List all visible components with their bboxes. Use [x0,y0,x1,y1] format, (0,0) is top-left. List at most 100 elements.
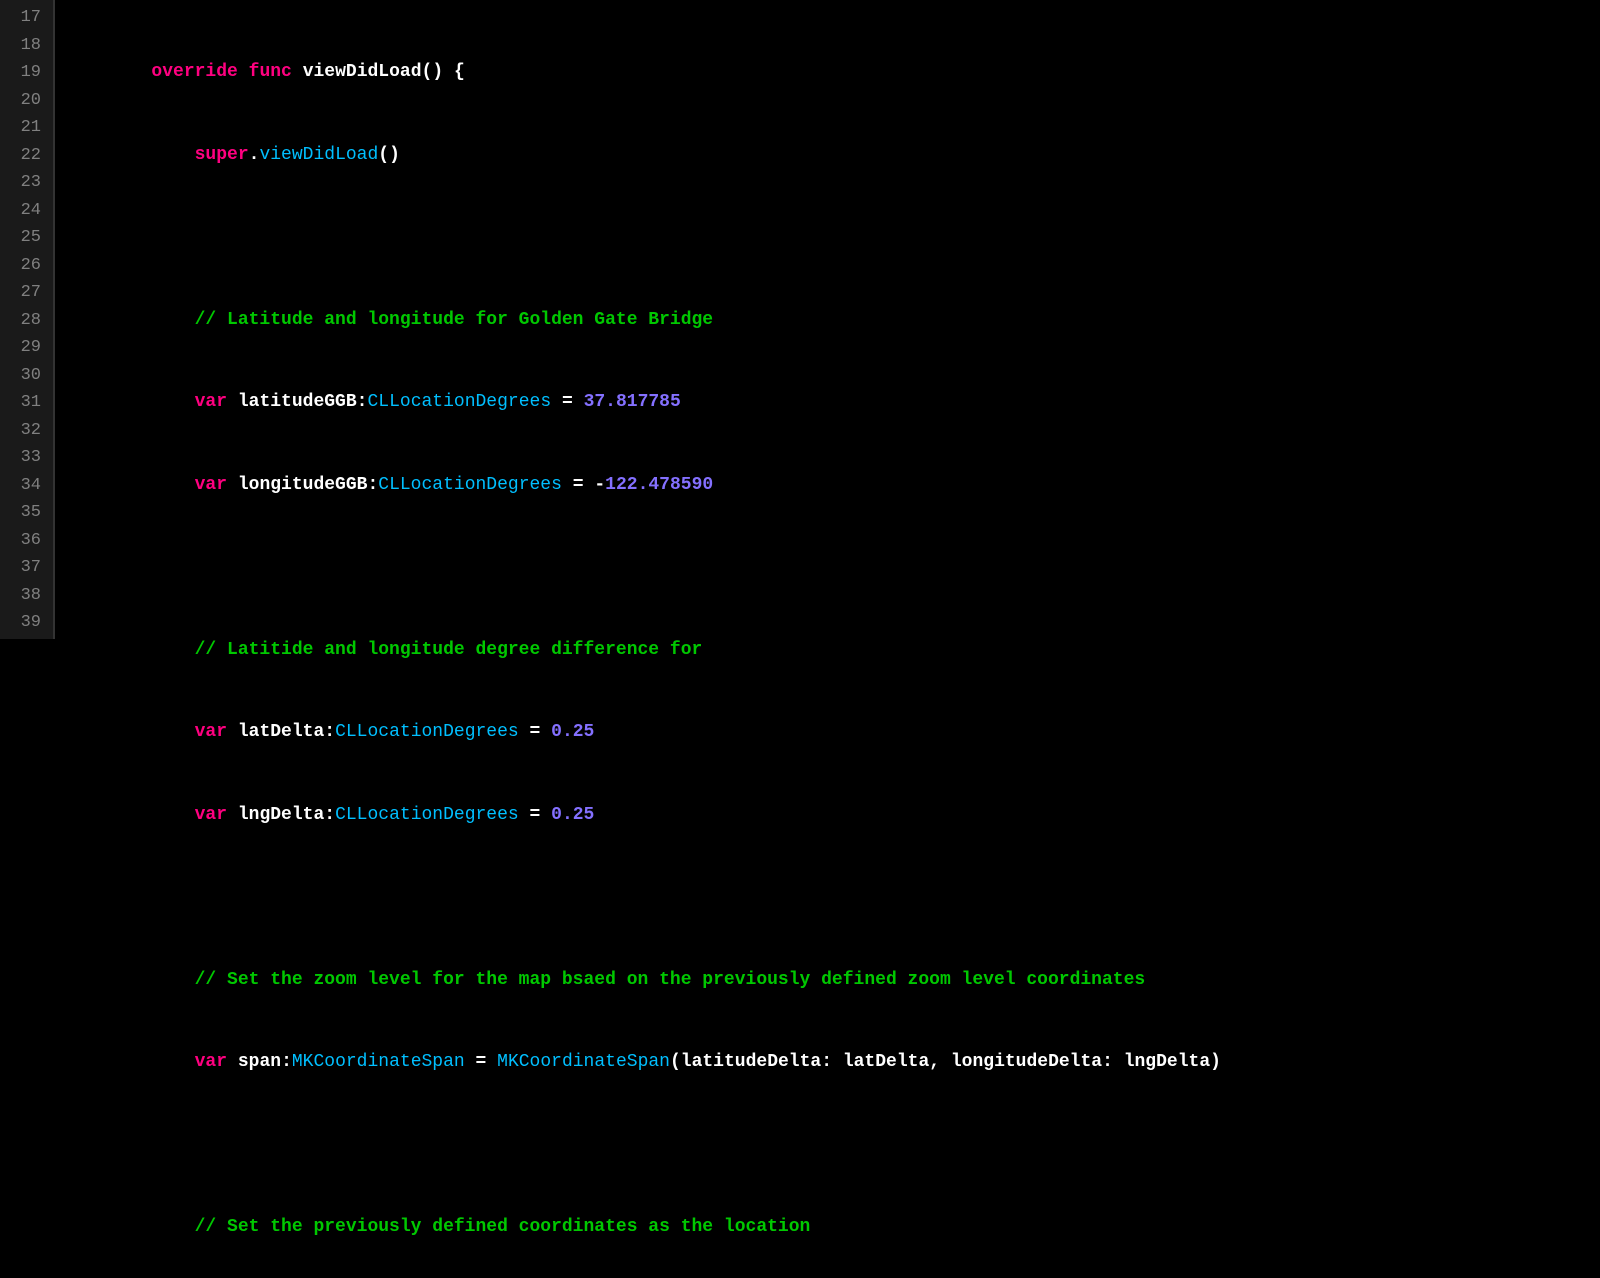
line-number: 31 [8,389,41,417]
space [562,475,573,495]
number-literal: 122.478590 [605,475,713,495]
space [584,475,595,495]
keyword-var: var [195,1052,227,1072]
space [573,392,584,412]
negative-sign: - [594,475,605,495]
space [443,62,454,82]
paren-open: ( [670,1052,681,1072]
line-number: 30 [8,362,41,390]
code-line[interactable]: var lngDelta:CLLocationDegrees = 0.25 [65,802,1600,830]
comment: // Set the previously defined coordinate… [195,1217,811,1237]
indent [65,310,195,330]
indent [65,392,195,412]
line-number: 21 [8,114,41,142]
line-number: 39 [8,609,41,637]
space [465,1052,476,1072]
code-line[interactable]: var longitudeGGB:CLLocationDegrees = -12… [65,472,1600,500]
line-number: 26 [8,252,41,280]
keyword-super: super [195,145,249,165]
line-number: 34 [8,472,41,500]
comment: // Latitide and longitude degree differe… [195,640,703,660]
code-line-blank[interactable] [65,224,1600,252]
identifier: lngDelta [1124,1052,1210,1072]
keyword-override: override [151,62,237,82]
code-line-blank[interactable] [65,884,1600,912]
identifier: latDelta [843,1052,929,1072]
space [292,62,303,82]
code-area[interactable]: override func viewDidLoad() { super.view… [55,0,1600,639]
parens: () [378,145,400,165]
line-number-gutter: 17 18 19 20 21 22 23 24 25 26 27 28 29 3… [0,0,55,639]
line-number: 25 [8,224,41,252]
code-line[interactable]: // Set the zoom level for the map bsaed … [65,967,1600,995]
keyword-var: var [195,392,227,412]
identifier: longitudeGGB [238,475,368,495]
space [227,392,238,412]
code-line[interactable]: // Latitide and longitude degree differe… [65,637,1600,665]
code-line[interactable]: // Latitude and longitude for Golden Gat… [65,307,1600,335]
equals: = [562,392,573,412]
line-number: 22 [8,142,41,170]
identifier: span [238,1052,281,1072]
function-name: viewDidLoad [303,62,422,82]
type: CLLocationDegrees [378,475,562,495]
code-line[interactable]: override func viewDidLoad() { [65,59,1600,87]
code-line[interactable]: super.viewDidLoad() [65,142,1600,170]
code-line[interactable]: var latDelta:CLLocationDegrees = 0.25 [65,719,1600,747]
keyword-var: var [195,805,227,825]
line-number: 28 [8,307,41,335]
brace-open: { [454,62,465,82]
space [227,1052,238,1072]
type: CLLocationDegrees [335,805,519,825]
indent [65,145,195,165]
space [227,805,238,825]
line-number: 24 [8,197,41,225]
paren-close: ) [1210,1052,1221,1072]
colon: : [367,475,378,495]
line-number: 27 [8,279,41,307]
space [227,722,238,742]
line-number: 36 [8,527,41,555]
indent [65,475,195,495]
line-number: 29 [8,334,41,362]
arg-label: longitudeDelta [951,1052,1102,1072]
indent [65,640,195,660]
space [238,62,249,82]
dot: . [249,145,260,165]
colon: : [821,1052,843,1072]
line-number: 23 [8,169,41,197]
equals: = [476,1052,487,1072]
equals: = [530,722,541,742]
equals: = [530,805,541,825]
code-line-blank[interactable] [65,1132,1600,1160]
type: CLLocationDegrees [335,722,519,742]
identifier: latDelta [238,722,324,742]
line-number: 18 [8,32,41,60]
method-call: viewDidLoad [259,145,378,165]
indent [65,1052,195,1072]
space [486,1052,497,1072]
colon: : [281,1052,292,1072]
space [519,722,530,742]
code-line[interactable]: var latitudeGGB:CLLocationDegrees = 37.8… [65,389,1600,417]
indent [65,722,195,742]
line-number: 33 [8,444,41,472]
indent [65,1217,195,1237]
code-line[interactable]: // Set the previously defined coordinate… [65,1214,1600,1242]
code-editor[interactable]: 17 18 19 20 21 22 23 24 25 26 27 28 29 3… [0,0,1600,639]
space [519,805,530,825]
number-literal: 37.817785 [584,392,681,412]
line-number: 35 [8,499,41,527]
indent [65,970,195,990]
line-number: 19 [8,59,41,87]
code-line[interactable]: var span:MKCoordinateSpan = MKCoordinate… [65,1049,1600,1077]
comment: // Latitude and longitude for Golden Gat… [195,310,713,330]
space [540,722,551,742]
keyword-var: var [195,722,227,742]
constructor-call: MKCoordinateSpan [497,1052,670,1072]
type: MKCoordinateSpan [292,1052,465,1072]
number-literal: 0.25 [551,805,594,825]
code-line-blank[interactable] [65,554,1600,582]
arg-label: latitudeDelta [681,1052,821,1072]
identifier: lngDelta [238,805,324,825]
